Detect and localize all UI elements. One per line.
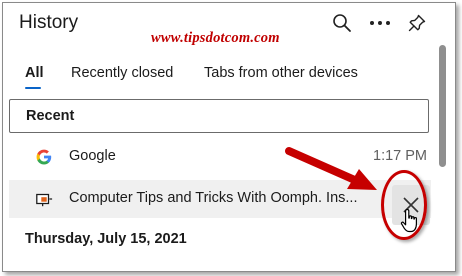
close-icon bbox=[403, 197, 419, 213]
history-item-title: Computer Tips and Tricks With Oomph. Ins… bbox=[69, 190, 358, 206]
google-icon bbox=[35, 148, 53, 166]
watermark-text: www.tipsdotcom.com bbox=[151, 30, 280, 46]
history-tabs: All Recently closed Tabs from other devi… bbox=[3, 65, 455, 89]
date-group-heading: Thursday, July 15, 2021 bbox=[25, 231, 187, 247]
tab-other-devices[interactable]: Tabs from other devices bbox=[204, 65, 358, 81]
history-panel: History www.tipsdotcom.com All Recently … bbox=[2, 2, 456, 272]
pin-icon[interactable] bbox=[405, 11, 429, 35]
history-item-google[interactable]: Google 1:17 PM bbox=[9, 138, 431, 176]
history-item-tipsdotcom[interactable]: Computer Tips and Tricks With Oomph. Ins… bbox=[9, 180, 431, 218]
remove-item-button[interactable] bbox=[392, 185, 430, 225]
more-options-icon[interactable] bbox=[368, 11, 392, 35]
panel-title: History bbox=[19, 12, 79, 33]
tab-all[interactable]: All bbox=[25, 65, 44, 81]
history-item-title: Google bbox=[69, 148, 116, 164]
scrollbar-thumb[interactable] bbox=[439, 45, 446, 167]
search-icon[interactable] bbox=[330, 11, 354, 35]
tab-recently-closed[interactable]: Recently closed bbox=[71, 65, 173, 81]
recent-section-header[interactable]: Recent bbox=[9, 99, 429, 133]
history-item-time: 1:17 PM bbox=[373, 148, 427, 164]
recent-section-label: Recent bbox=[26, 108, 75, 124]
active-tab-indicator bbox=[25, 87, 41, 89]
site-favicon-icon bbox=[35, 190, 53, 208]
